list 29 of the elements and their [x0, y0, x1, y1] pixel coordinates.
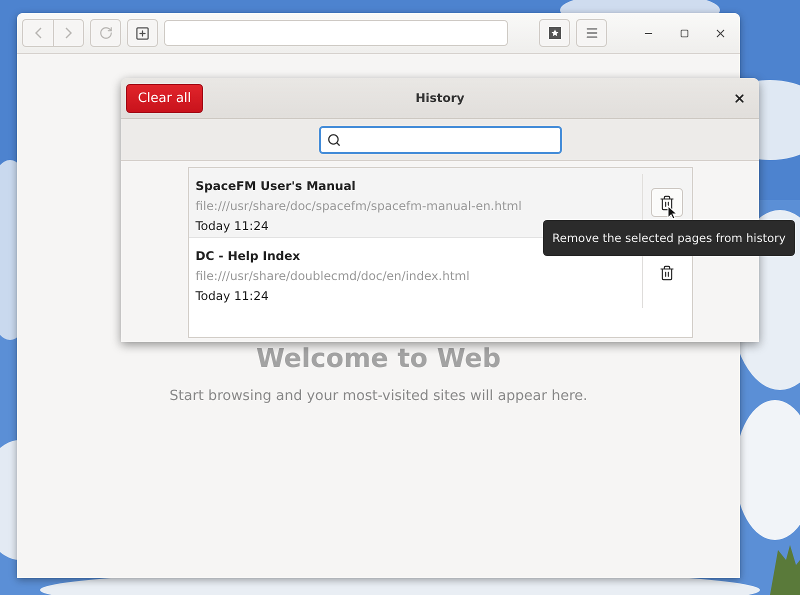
maximize-icon — [680, 28, 688, 38]
close-icon — [732, 92, 746, 104]
delete-button[interactable] — [651, 188, 683, 217]
menu-button[interactable] — [576, 19, 607, 47]
new-tab-button[interactable] — [127, 19, 158, 47]
pointer-icon — [667, 205, 677, 220]
welcome-subtitle: Start browsing and your most-visited sites will appear here. — [170, 388, 588, 404]
dialog-title: History — [415, 91, 465, 105]
new-tab-icon — [135, 26, 150, 40]
page-title: SpaceFM User's Manual — [196, 178, 357, 192]
tooltip: Remove the selected pages from history — [543, 220, 795, 256]
forward-icon — [65, 27, 72, 39]
page-title: DC - Help Index — [196, 249, 302, 263]
visit-time: Today 11:24 — [196, 218, 270, 232]
trash-icon — [659, 264, 675, 280]
reload-icon — [98, 26, 112, 40]
page-url: file:///usr/share/doc/spacefm/spacefm-manual-en.html — [196, 198, 523, 212]
bookmarks-button[interactable] — [539, 19, 570, 47]
search-icon — [326, 132, 340, 146]
close-icon — [714, 26, 726, 40]
search-field[interactable] — [318, 126, 562, 154]
address-field[interactable] — [164, 20, 508, 46]
back-icon — [34, 27, 42, 39]
page-url: file:///usr/share/doublecmd/doc/en/index.html — [196, 269, 471, 283]
menu-icon — [584, 26, 598, 40]
visit-time: Today 11:24 — [196, 289, 270, 303]
welcome-title: Welcome to Web — [256, 344, 501, 374]
trash-icon — [659, 194, 675, 210]
clear-all-button[interactable]: Clear all — [126, 84, 203, 112]
